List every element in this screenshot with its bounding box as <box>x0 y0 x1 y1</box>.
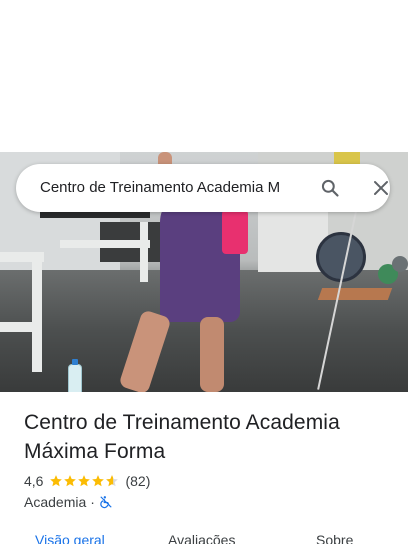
rating-stars <box>49 474 119 488</box>
star-icon <box>50 475 63 487</box>
photo-machine <box>60 240 150 248</box>
photo-rack <box>40 212 150 218</box>
photo-phone <box>222 210 248 254</box>
clear-search-button[interactable] <box>369 176 393 200</box>
place-tabs: Visão geral Avaliações Sobre <box>0 528 408 544</box>
place-title-line1: Centro de Treinamento Academia <box>24 411 340 434</box>
photo-bench-2 <box>0 322 40 332</box>
tab-reviews[interactable]: Avaliações <box>168 532 235 544</box>
search-button[interactable] <box>318 176 342 200</box>
star-half-icon <box>106 475 119 487</box>
photo-ball-grey <box>392 256 408 272</box>
tab-overview[interactable]: Visão geral <box>35 532 105 544</box>
star-icon <box>64 475 77 487</box>
photo-bottle <box>68 359 82 392</box>
close-icon <box>374 181 388 195</box>
star-icon <box>78 475 91 487</box>
place-title: Centro de Treinamento Academia Máxima Fo… <box>24 408 384 466</box>
separator: · <box>90 494 95 510</box>
rating-row[interactable]: 4,6 (82) <box>24 472 150 490</box>
tab-about[interactable]: Sobre <box>316 532 353 544</box>
place-title-line2: Máxima Forma <box>24 440 166 463</box>
photo-bench-leg <box>32 252 42 372</box>
not-wheelchair-accessible-icon <box>100 496 112 509</box>
photo-mat <box>317 288 393 300</box>
search-bar[interactable]: Centro de Treinamento Academia M <box>16 164 390 212</box>
rating-value: 4,6 <box>24 473 44 489</box>
star-icon <box>92 475 105 487</box>
search-input[interactable]: Centro de Treinamento Academia M <box>40 164 302 212</box>
review-count: (82) <box>125 473 151 489</box>
place-category: Academia <box>24 494 87 510</box>
blank-area <box>0 0 408 152</box>
photo-person-leg-right <box>200 317 224 392</box>
search-icon <box>321 179 339 197</box>
category-row: Academia · <box>24 493 113 511</box>
photo-machine-leg <box>140 222 148 282</box>
